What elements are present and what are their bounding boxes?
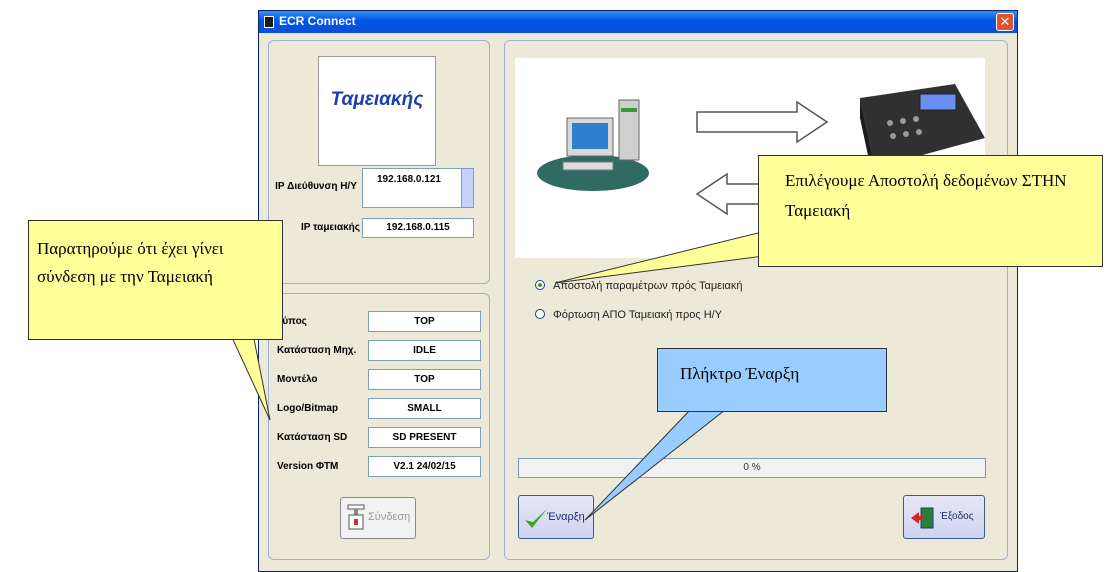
callout-connected: Παρατηρούμε ότι έχει γίνει σύνδεση με τη… <box>28 220 283 340</box>
radio-load-from-cash[interactable]: Φόρτωση ΑΠΟ Ταμειακή προς Η/Υ <box>535 309 722 321</box>
start-button-label: Έναρξη <box>547 511 585 523</box>
progress-text: 0 % <box>743 462 761 473</box>
title-bar: ECR Connect ✕ <box>259 11 1017 33</box>
logo-text: Ταμειακής <box>330 89 424 110</box>
exit-button-label: Έξοδος <box>940 511 974 522</box>
ip-pc-field[interactable]: 192.168.0.121 <box>362 168 474 208</box>
info-label: Version ΦΤΜ <box>277 461 339 472</box>
exit-button[interactable]: Έξοδος <box>903 495 985 539</box>
info-value-field: V2.1 24/02/15 <box>368 456 481 477</box>
ip-scroll-spinner[interactable] <box>461 169 473 207</box>
radio-load-indicator[interactable] <box>535 309 545 319</box>
connect-button-label: Σύνδεση <box>368 511 411 523</box>
callout-send-choice: Επιλέγουμε Αποστολή δεδομένων ΣΤΗΝ Ταμει… <box>758 155 1103 267</box>
radio-load-label: Φόρτωση ΑΠΟ Ταμειακή προς Η/Υ <box>553 309 723 321</box>
callout-start-key-text: Πλήκτρο Έναρξη <box>680 364 800 383</box>
info-label: Logo/Bitmap <box>277 403 339 414</box>
radio-send-indicator[interactable] <box>535 280 545 290</box>
ip-cash-field[interactable]: 192.168.0.115 <box>362 218 474 238</box>
connect-button[interactable]: Σύνδεση <box>340 497 416 539</box>
info-label: Κατάσταση Μηχ. <box>277 345 357 356</box>
app-icon <box>264 16 274 28</box>
window-title: ECR Connect <box>279 14 356 28</box>
exit-door-icon <box>911 507 934 529</box>
ip-cash-label: IP ταμειακής <box>300 222 360 233</box>
ip-pc-label: IP Διεύθυνση Η/Υ <box>275 181 357 192</box>
arrow-right-icon <box>696 100 829 144</box>
info-value-field: SMALL <box>368 398 481 419</box>
pc-icon <box>537 99 649 191</box>
connect-plug-icon <box>347 504 365 530</box>
ip-cash-value: 192.168.0.115 <box>386 222 450 233</box>
info-label: Κατάσταση SD <box>277 432 348 443</box>
info-value-field: TOP <box>368 311 481 332</box>
progress-bar: 0 % <box>518 458 986 478</box>
info-label: Μοντέλο <box>277 374 318 385</box>
start-button[interactable]: Έναρξη <box>518 495 594 539</box>
info-value-field: IDLE <box>368 340 481 361</box>
logo-box: Ταμειακής <box>318 56 436 166</box>
callout-connected-text: Παρατηρούμε ότι έχει γίνει σύνδεση με τη… <box>37 239 224 286</box>
info-value-field: SD PRESENT <box>368 427 481 448</box>
callout-start-key: Πλήκτρο Έναρξη <box>657 348 887 412</box>
radio-send-label: Αποστολή παραμέτρων πρός Ταμειακή <box>553 280 743 292</box>
callout-send-choice-text: Επιλέγουμε Αποστολή δεδομένων ΣΤΗΝ Ταμει… <box>785 171 1067 220</box>
radio-send-parameters[interactable]: Αποστολή παραμέτρων πρός Ταμειακή <box>535 280 743 292</box>
ip-pc-value: 192.168.0.121 <box>377 174 441 185</box>
info-value-field: TOP <box>368 369 481 390</box>
checkmark-icon <box>525 509 547 528</box>
close-button[interactable]: ✕ <box>996 13 1014 31</box>
